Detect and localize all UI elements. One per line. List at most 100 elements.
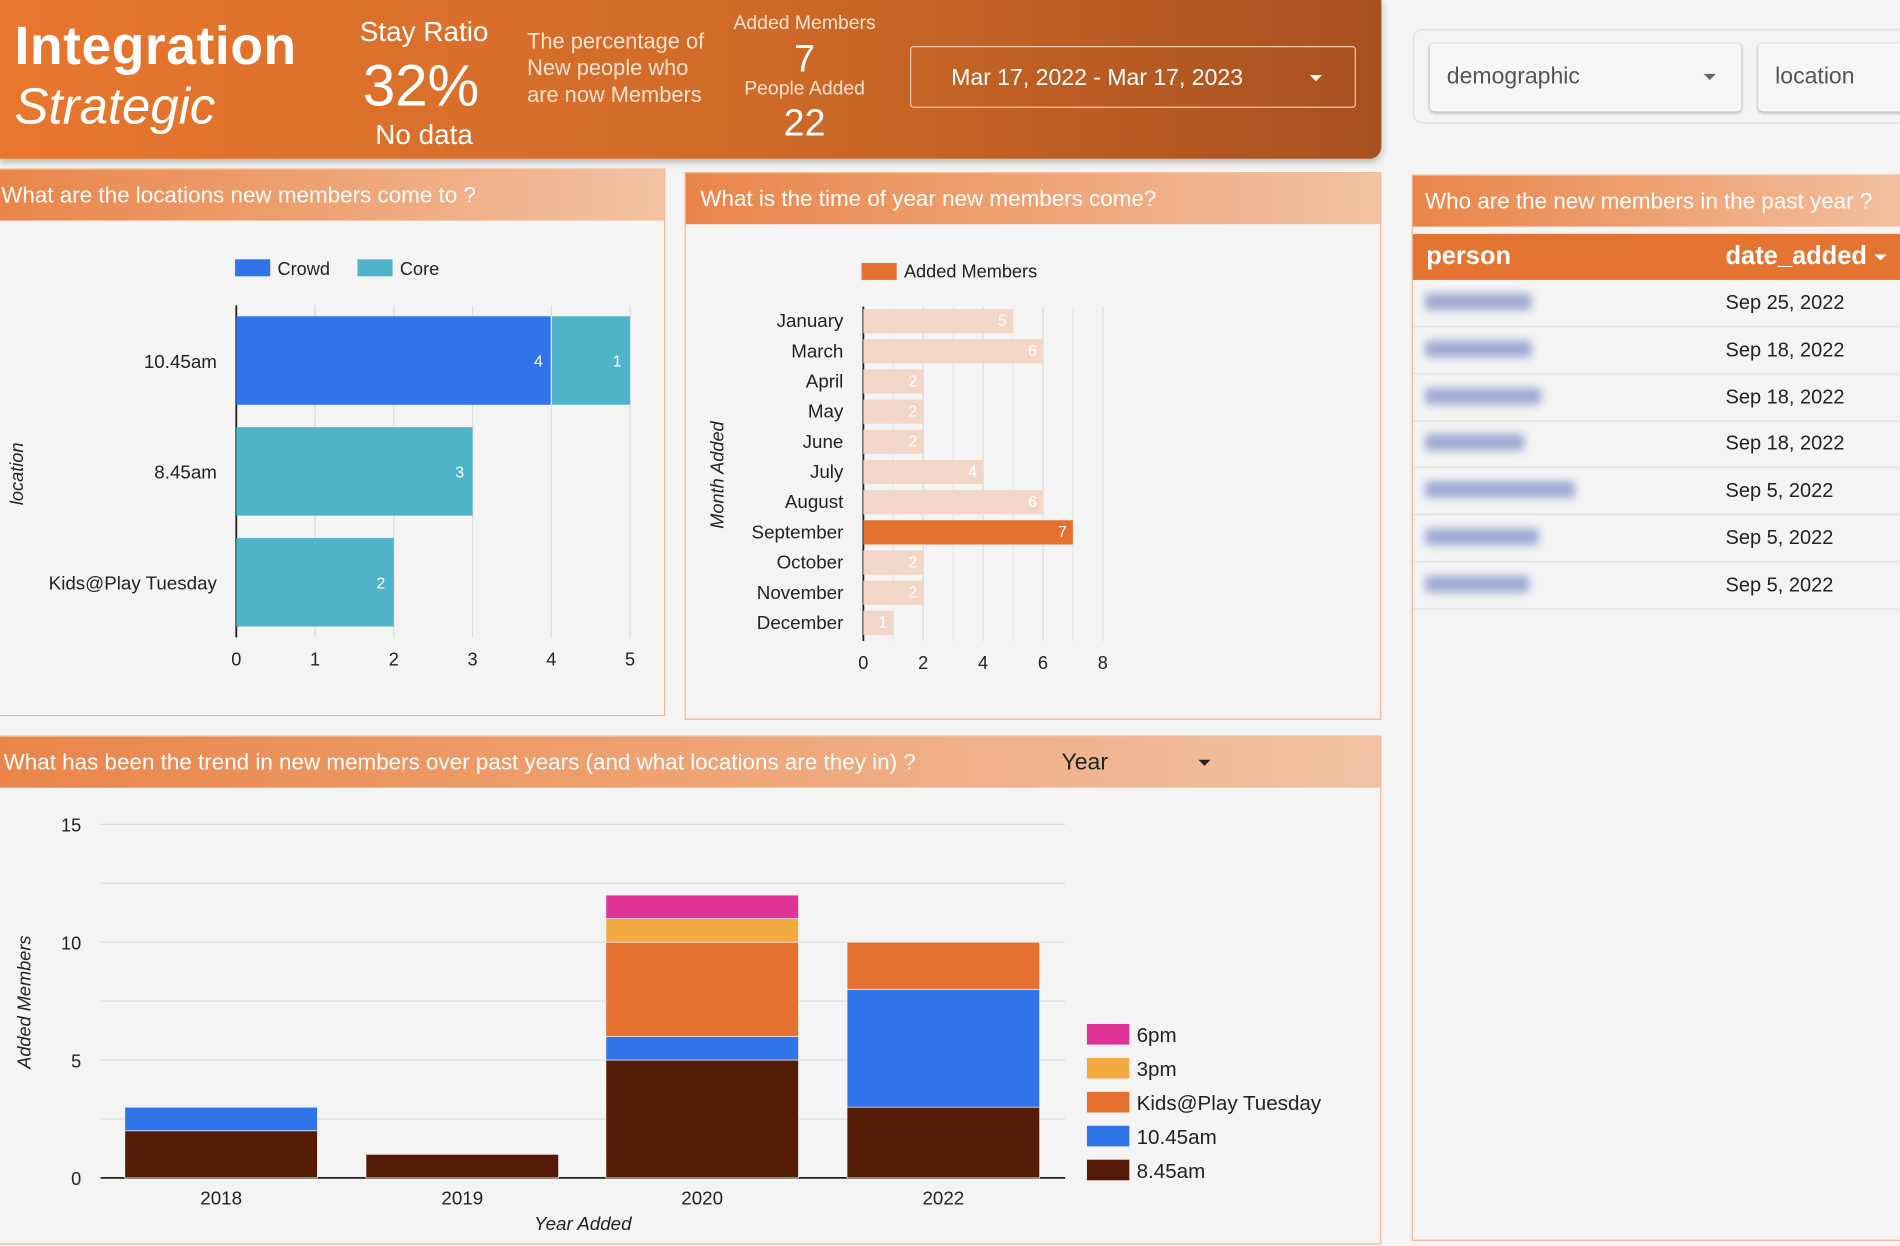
x-tick-label: 3 (468, 649, 478, 669)
category-label: July (810, 461, 844, 482)
category-label: March (791, 340, 843, 361)
legend-label: Added Members (904, 262, 1037, 282)
category-label: 10.45am (144, 351, 217, 372)
table-row[interactable]: Sep 18, 2022 (1412, 327, 1900, 375)
data-label: 6 (1028, 494, 1037, 511)
filter-label: demographic (1446, 64, 1580, 90)
category-label: June (803, 431, 844, 452)
bar (863, 520, 1073, 545)
person-name-redacted (1424, 293, 1532, 311)
bar-segment (846, 988, 1041, 1108)
legend-swatch (1086, 1023, 1130, 1045)
category-label: August (785, 491, 844, 512)
data-label: 2 (908, 404, 917, 421)
person-name-redacted (1424, 528, 1539, 546)
x-tick-label: 4 (546, 649, 556, 669)
table-row[interactable]: Sep 25, 2022 (1412, 280, 1900, 328)
trend-panel: What has been the trend in new members o… (0, 735, 1382, 1245)
y-tick-label: 0 (71, 1169, 81, 1189)
y-tick-label: 10 (61, 933, 81, 953)
category-label: October (777, 552, 844, 573)
x-tick-label: 2018 (200, 1188, 242, 1209)
legend-label: 3pm (1137, 1058, 1177, 1081)
data-label: 1 (613, 354, 622, 371)
date-added-cell: Sep 5, 2022 (1725, 480, 1834, 502)
legend-swatch (1086, 1159, 1130, 1181)
date-added-cell: Sep 18, 2022 (1725, 433, 1845, 455)
data-label: 5 (998, 313, 1007, 330)
bar (863, 339, 1043, 364)
date-range-picker[interactable]: Mar 17, 2022 - Mar 17, 2023 (910, 46, 1356, 108)
sort-desc-icon[interactable] (1874, 254, 1887, 261)
date-added-cell: Sep 5, 2022 (1725, 574, 1834, 596)
table-row[interactable]: Sep 18, 2022 (1412, 421, 1900, 469)
y-axis-title: Added Members (14, 936, 34, 1070)
data-label: 3 (455, 464, 464, 481)
legend-swatch (1086, 1091, 1130, 1113)
bar-segment (365, 1153, 559, 1179)
header-banner: Integration Strategic Stay Ratio 32% No … (0, 0, 1382, 159)
person-name-redacted (1424, 387, 1542, 405)
data-label: 7 (1058, 524, 1067, 541)
data-label: 2 (908, 373, 917, 390)
x-tick-label: 1 (310, 649, 320, 669)
table-row[interactable]: Sep 5, 2022 (1412, 515, 1900, 563)
person-name-redacted (1424, 575, 1530, 593)
date-added-cell: Sep 18, 2022 (1725, 339, 1845, 361)
person-name-redacted (1424, 340, 1532, 358)
data-label: 2 (377, 575, 386, 592)
row-divider (1412, 608, 1900, 610)
table-row[interactable]: Sep 5, 2022 (1412, 468, 1900, 516)
stay-ratio-subtext: No data (375, 118, 473, 151)
app-subtitle: Strategic (14, 77, 216, 135)
demographic-filter[interactable]: demographic (1429, 43, 1742, 112)
panel-title: Who are the new members in the past year… (1412, 175, 1900, 227)
locations-panel: What are the locations new members come … (0, 168, 666, 717)
x-tick-label: 2022 (922, 1188, 964, 1209)
table-row[interactable]: Sep 18, 2022 (1412, 374, 1900, 422)
bar (863, 459, 984, 485)
table-header: person date_added (1412, 233, 1900, 280)
category-label: 8.45am (154, 462, 217, 483)
x-axis-title: Year Added (534, 1213, 632, 1234)
bar (236, 316, 552, 405)
people-added-value: 22 (783, 101, 826, 145)
date-added-cell: Sep 18, 2022 (1725, 386, 1845, 408)
filter-bar: demographic location (1412, 29, 1900, 124)
added-members-value: 7 (794, 37, 816, 80)
y-axis-title: location (7, 443, 27, 506)
column-header-date-added[interactable]: date_added (1726, 242, 1867, 271)
chevron-down-icon (1703, 73, 1716, 80)
x-tick-label: 6 (1038, 653, 1048, 673)
bar-segment (605, 918, 799, 943)
date-range-text: Mar 17, 2022 - Mar 17, 2023 (951, 65, 1244, 91)
legend-label: Kids@Play Tuesday (1137, 1092, 1322, 1115)
legend-swatch (357, 259, 393, 277)
x-tick-label: 2 (389, 649, 399, 669)
bar-segment (124, 1106, 318, 1132)
legend-swatch (235, 259, 271, 277)
legend-label: 6pm (1137, 1024, 1177, 1047)
bar-segment (846, 1106, 1041, 1179)
stay-ratio-value: 32% (362, 54, 480, 119)
bar (863, 309, 1014, 334)
category-label: September (752, 521, 844, 542)
y-axis-title: Month Added (707, 420, 727, 528)
column-header-person[interactable]: person (1426, 242, 1511, 271)
table-row[interactable]: Sep 5, 2022 (1412, 562, 1900, 610)
months-chart: 0 2 4 6 8 5 January 6 March 2 April 2 May 2 June 4 July 6… (707, 262, 1108, 673)
x-tick-label: 8 (1098, 653, 1108, 673)
filter-label: location (1775, 64, 1855, 90)
category-label: May (808, 401, 844, 422)
trend-chart: 0 5 10 15 2018 2019 2020 2022 Year Added Added Me… (14, 816, 1322, 1234)
location-filter[interactable]: location (1758, 43, 1900, 112)
category-label: January (777, 310, 844, 331)
bar (236, 538, 394, 627)
bar-segment (605, 1036, 799, 1061)
chevron-down-icon (1309, 75, 1322, 82)
x-tick-label: 2019 (441, 1188, 483, 1209)
person-name-redacted (1424, 481, 1576, 499)
bar-segment (124, 1130, 318, 1179)
person-name-redacted (1424, 434, 1525, 452)
bar-segment (605, 894, 799, 919)
